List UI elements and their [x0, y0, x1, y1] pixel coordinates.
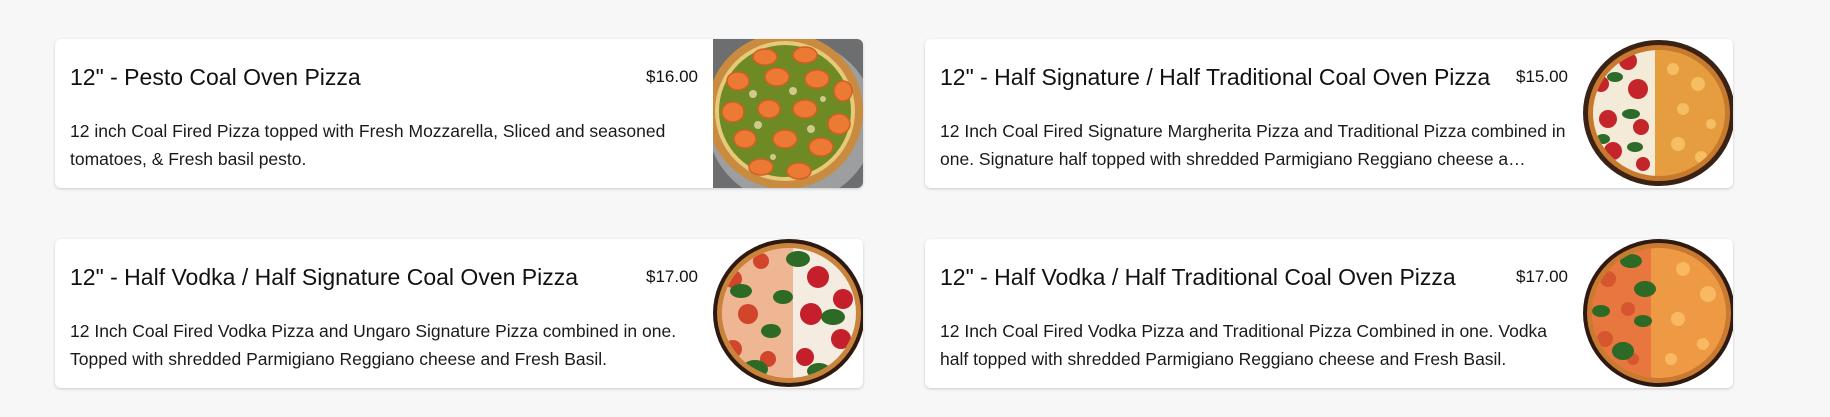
menu-item-title: 12" - Pesto Coal Oven Pizza: [70, 64, 361, 90]
half-vodka-half-traditional-pizza-image[interactable]: [1583, 239, 1733, 388]
menu-item-price: $17.00: [1516, 267, 1568, 286]
menu-item-price: $17.00: [646, 267, 698, 286]
menu-item-card-pesto[interactable]: 12" - Pesto Coal Oven Pizza $16.00 12 in…: [55, 39, 863, 188]
menu-item-description: 12 Inch Coal Fired Vodka Pizza and Tradi…: [940, 321, 1548, 369]
menu-item-title: 12" - Half Vodka / Half Traditional Coal…: [940, 264, 1456, 290]
menu-item-card-half-signature-half-traditional[interactable]: 12" - Half Signature / Half Traditional …: [925, 39, 1733, 188]
menu-item-title: 12" - Half Vodka / Half Signature Coal O…: [70, 264, 579, 290]
pizza-image-graphic: [1583, 39, 1733, 188]
menu-item-title: 12" - Half Signature / Half Traditional …: [940, 64, 1491, 90]
menu-item-description: 12 Inch Coal Fired Vodka Pizza and Ungar…: [70, 321, 677, 369]
pesto-pizza-image[interactable]: [713, 39, 863, 188]
menu-item-grid: 12" - Pesto Coal Oven Pizza $16.00 12 in…: [0, 0, 1830, 417]
menu-item-price: $15.00: [1516, 67, 1568, 86]
pizza-image-graphic: [1583, 239, 1733, 388]
pizza-image-graphic: [713, 239, 863, 388]
half-vodka-half-signature-pizza-image[interactable]: [713, 239, 863, 388]
pizza-image-graphic: [713, 39, 863, 188]
menu-item-card-half-vodka-half-signature[interactable]: 12" - Half Vodka / Half Signature Coal O…: [55, 239, 863, 388]
menu-item-description: 12 Inch Coal Fired Signature Margherita …: [940, 121, 1566, 169]
menu-item-price: $16.00: [646, 67, 698, 86]
menu-item-card-half-vodka-half-traditional[interactable]: 12" - Half Vodka / Half Traditional Coal…: [925, 239, 1733, 388]
half-signature-half-traditional-pizza-image[interactable]: [1583, 39, 1733, 188]
menu-item-description: 12 inch Coal Fired Pizza topped with Fre…: [70, 121, 666, 169]
